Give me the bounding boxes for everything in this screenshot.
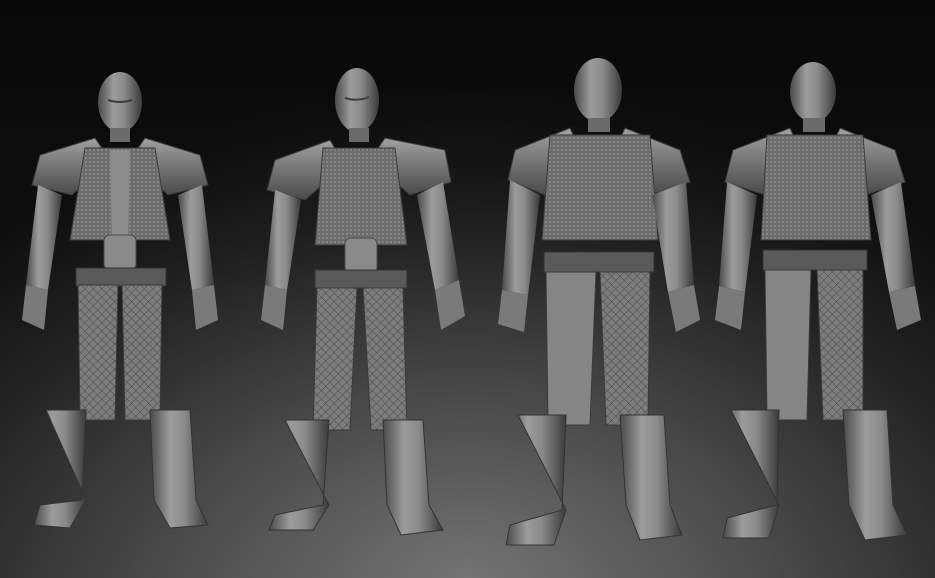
render-canvas xyxy=(0,0,935,578)
character-front-view xyxy=(0,0,240,578)
character-three-quarter-back-view xyxy=(480,0,705,578)
character-back-view xyxy=(705,0,935,578)
character-three-quarter-front-view xyxy=(245,0,475,578)
